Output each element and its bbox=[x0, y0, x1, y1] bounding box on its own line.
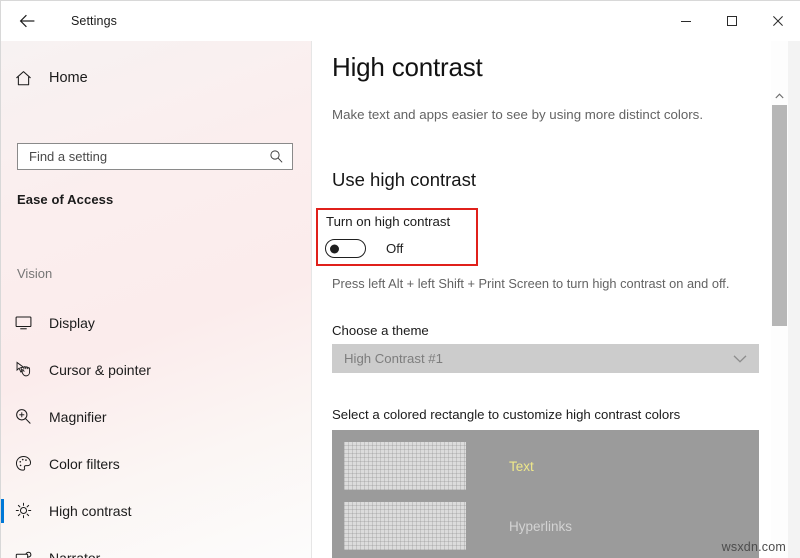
search-input[interactable] bbox=[18, 144, 261, 169]
vertical-scrollbar[interactable] bbox=[771, 41, 788, 558]
page-description: Make text and apps easier to see by usin… bbox=[332, 107, 704, 122]
right-gutter bbox=[788, 41, 800, 558]
search-box[interactable] bbox=[17, 143, 293, 170]
sidebar-item-home[interactable]: Home bbox=[1, 61, 301, 95]
theme-dropdown[interactable]: High Contrast #1 bbox=[332, 344, 759, 373]
minimize-button[interactable] bbox=[663, 1, 709, 40]
sidebar-divider bbox=[311, 41, 312, 558]
color-preview-panel: Text Hyperlinks bbox=[332, 430, 759, 558]
scrollbar-thumb[interactable] bbox=[772, 105, 787, 326]
theme-selected-value: High Contrast #1 bbox=[344, 351, 443, 366]
palette-icon bbox=[1, 454, 45, 473]
toggle-switch-track[interactable] bbox=[325, 239, 366, 258]
toggle-switch-knob bbox=[329, 244, 339, 253]
brightness-icon bbox=[1, 501, 45, 520]
sidebar-item-label-home: Home bbox=[49, 70, 88, 86]
sidebar-item-high-contrast[interactable]: High contrast bbox=[1, 487, 312, 534]
maximize-button[interactable] bbox=[709, 1, 755, 40]
preview-row-text: Text bbox=[332, 442, 534, 490]
sidebar-item-magnifier[interactable]: Magnifier bbox=[1, 393, 312, 440]
color-swatch-text[interactable] bbox=[344, 442, 466, 490]
sidebar-item-cursor-pointer[interactable]: Cursor & pointer bbox=[1, 346, 312, 393]
search-icon bbox=[260, 149, 292, 164]
toggle-state-label: Off bbox=[386, 241, 404, 256]
theme-label: Choose a theme bbox=[332, 323, 429, 338]
main-content: High contrast Make text and apps easier … bbox=[312, 41, 800, 558]
page-title: High contrast bbox=[332, 52, 483, 82]
sidebar-item-label: Magnifier bbox=[49, 408, 107, 425]
magnifier-icon bbox=[1, 407, 45, 426]
window-controls bbox=[663, 1, 800, 41]
narrator-icon bbox=[1, 548, 45, 558]
preview-section-label: Select a colored rectangle to customize … bbox=[332, 407, 681, 422]
sidebar-category-title: Ease of Access bbox=[17, 192, 114, 207]
title-bar: Settings bbox=[1, 1, 800, 41]
preview-row-hyperlinks: Hyperlinks bbox=[332, 502, 572, 550]
preview-label-hyperlinks: Hyperlinks bbox=[509, 518, 573, 534]
watermark: wsxdn.com bbox=[721, 540, 786, 554]
sidebar-item-label: Cursor & pointer bbox=[49, 361, 151, 378]
hotkey-hint: Press left Alt + left Shift + Print Scre… bbox=[332, 276, 730, 291]
sidebar: Home Ease of Access Vision bbox=[1, 41, 312, 558]
sidebar-item-label: Narrator bbox=[49, 549, 101, 558]
chevron-up-icon[interactable] bbox=[771, 87, 788, 104]
sidebar-item-display[interactable]: Display bbox=[1, 299, 312, 346]
monitor-icon bbox=[1, 313, 45, 332]
back-button[interactable] bbox=[5, 5, 51, 37]
home-icon bbox=[1, 69, 45, 88]
sidebar-item-label: Color filters bbox=[49, 455, 120, 472]
color-swatch-hyperlinks[interactable] bbox=[344, 502, 466, 550]
toggle-label: Turn on high contrast bbox=[326, 214, 451, 229]
sidebar-group-label: Vision bbox=[17, 266, 53, 281]
app-title: Settings bbox=[71, 14, 117, 28]
sidebar-nav-list: Display Cursor & pointer Magnifier Color… bbox=[1, 299, 312, 558]
sidebar-item-narrator[interactable]: Narrator bbox=[1, 534, 312, 558]
settings-window: Settings Home Find a setting Ease of Acc… bbox=[0, 0, 800, 558]
sidebar-item-color-filters[interactable]: Color filters bbox=[1, 440, 312, 487]
chevron-down-icon bbox=[733, 354, 747, 363]
preview-label-text: Text bbox=[509, 458, 534, 474]
section-heading: Use high contrast bbox=[332, 169, 476, 190]
high-contrast-toggle[interactable]: Off bbox=[325, 239, 403, 258]
sidebar-item-label: Display bbox=[49, 314, 95, 331]
close-button[interactable] bbox=[755, 1, 800, 40]
cursor-pointer-icon bbox=[1, 360, 45, 379]
sidebar-item-label: High contrast bbox=[49, 502, 132, 519]
